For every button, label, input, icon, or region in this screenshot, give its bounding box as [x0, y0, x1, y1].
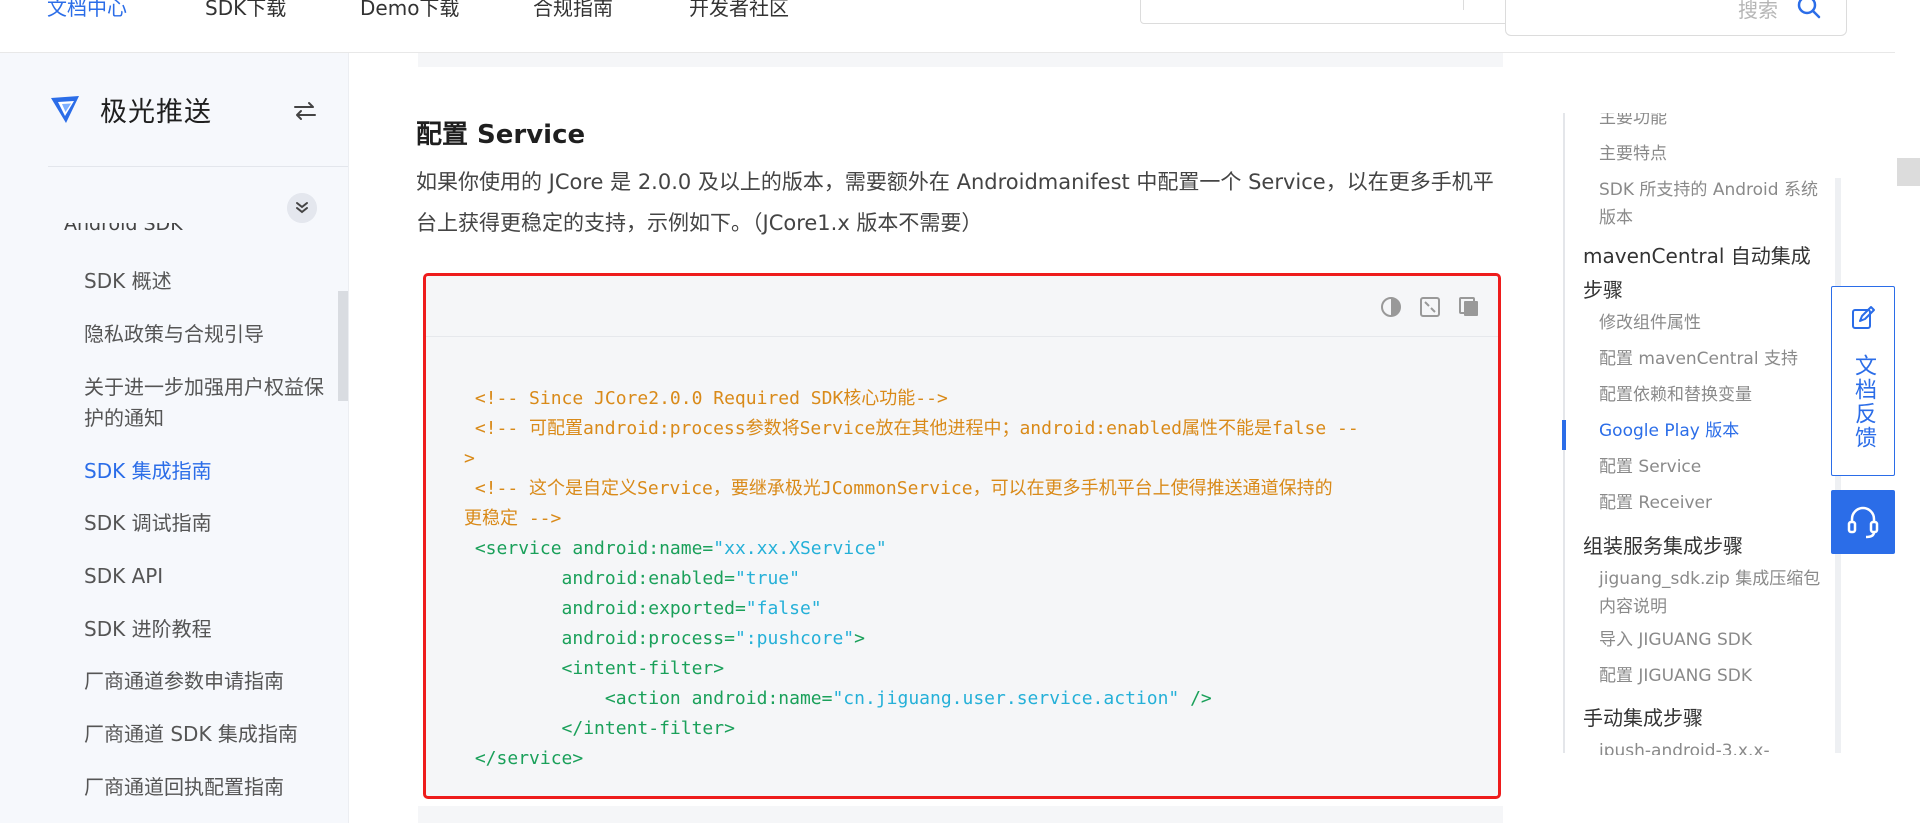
- code-comment: <!-- 这个是自定义Service，要继承极光JCommonService，可…: [474, 478, 1333, 499]
- brand[interactable]: 极光推送: [48, 89, 212, 129]
- code-line: </intent-filter>: [464, 714, 1464, 744]
- toc-item-main-characteristics[interactable]: 主要特点: [1599, 140, 1829, 168]
- toc-section-manual[interactable]: 手动集成步骤: [1583, 701, 1823, 735]
- code-string: ":pushcore": [734, 628, 855, 649]
- nav-sdk-download[interactable]: SDK下载: [205, 0, 286, 21]
- code-comment: >: [464, 448, 475, 469]
- fullscreen-icon[interactable]: [1419, 296, 1441, 318]
- code-line: </service>: [464, 744, 1464, 774]
- nav-docs-center[interactable]: 文档中心: [47, 0, 127, 21]
- toc-item-config-receiver[interactable]: 配置 Receiver: [1599, 489, 1829, 517]
- edit-icon: [1852, 306, 1875, 329]
- sidebar-scrollbar[interactable]: [338, 291, 348, 401]
- section-heading: 配置 Service: [416, 120, 586, 150]
- copy-icon[interactable]: [1458, 296, 1480, 318]
- jiguang-logo-icon: [51, 96, 79, 123]
- nav-demo-download[interactable]: Demo下载: [360, 0, 459, 21]
- code-content: <!-- Since JCore2.0.0 Required SDK核心功能--…: [464, 384, 1464, 774]
- code-tag: >: [854, 628, 865, 649]
- search-input[interactable]: [1526, 0, 1780, 23]
- code-tag: android:exported=: [561, 598, 746, 619]
- code-tag: <action android:name=: [604, 688, 833, 709]
- section-paragraph: 如果你使用的 JCore 是 2.0.0 及以上的版本，需要额外在 Androi…: [416, 170, 1494, 235]
- sidebar-item-debug-guide[interactable]: SDK 调试指南: [84, 508, 324, 539]
- code-tag: android:enabled=: [561, 568, 735, 589]
- previous-code-block-edge: [418, 53, 1503, 67]
- code-tag: />: [1179, 688, 1212, 709]
- search-divider: [1463, 0, 1464, 10]
- sidebar-item-privacy[interactable]: 隐私政策与合规引导: [84, 319, 324, 350]
- code-line: <action android:name="cn.jiguang.user.se…: [464, 684, 1464, 714]
- sidebar-item-sdk-overview[interactable]: SDK 概述: [84, 266, 324, 297]
- sidebar: 极光推送 Android SDK SDK 概述 隐私政策与合规引导 关于进一步加…: [0, 53, 349, 823]
- collapse-chevron-icon[interactable]: [287, 193, 317, 223]
- toc-section-assembly[interactable]: 组装服务集成步骤: [1583, 529, 1823, 563]
- code-toolbar: [426, 276, 1498, 337]
- search-icon[interactable]: [1796, 0, 1822, 20]
- toc-item-deps-vars[interactable]: 配置依赖和替换变量: [1599, 381, 1829, 409]
- switch-product-icon[interactable]: [292, 98, 318, 124]
- sidebar-item-advanced[interactable]: SDK 进阶教程: [84, 614, 324, 645]
- code-line: >: [464, 444, 1464, 474]
- code-string: "cn.jiguang.user.service.action": [832, 688, 1180, 709]
- code-line: 更稳定 -->: [464, 504, 1464, 534]
- code-tag: <service android:name=: [474, 538, 714, 559]
- toc-item-maven-support[interactable]: 配置 mavenCentral 支持: [1599, 345, 1829, 373]
- toc-item-import-sdk[interactable]: 导入 JIGUANG SDK: [1599, 626, 1829, 654]
- code-string: "true": [734, 568, 800, 589]
- sidebar-item-vendor-params[interactable]: 厂商通道参数申请指南: [84, 666, 324, 697]
- toc-item-zip-contents[interactable]: jiguang_sdk.zip 集成压缩包内容说明: [1599, 565, 1829, 621]
- sidebar-item-vendor-receipt[interactable]: 厂商通道回执配置指南: [84, 772, 324, 803]
- code-line: <service android:name="xx.xx.XService": [464, 534, 1464, 564]
- code-tag: <intent-filter>: [561, 658, 725, 679]
- headset-icon: [1847, 506, 1879, 539]
- toc-section-maven[interactable]: mavenCentral 自动集成步骤: [1583, 239, 1823, 307]
- next-code-block-edge: [418, 806, 1503, 823]
- sidebar-item-integration-guide[interactable]: SDK 集成指南: [84, 456, 324, 487]
- code-comment: <!-- Since JCore2.0.0 Required SDK核心功能--…: [474, 388, 948, 409]
- code-line: <!-- Since JCore2.0.0 Required SDK核心功能--…: [464, 384, 1464, 414]
- nav-developer-community[interactable]: 开发者社区: [689, 0, 789, 21]
- customer-support-button[interactable]: [1831, 490, 1895, 554]
- code-string: "false": [745, 598, 822, 619]
- sidebar-item-user-rights[interactable]: 关于进一步加强用户权益保护的通知: [84, 372, 324, 434]
- code-line: <!-- 可配置android:process参数将Service放在其他进程中…: [464, 414, 1464, 444]
- toc-item-supported-android[interactable]: SDK 所支持的 Android 系统版本: [1599, 176, 1829, 232]
- code-tag: </intent-filter>: [561, 718, 735, 739]
- code-line: <!-- 这个是自定义Service，要继承极光JCommonService，可…: [464, 474, 1464, 504]
- brand-name: 极光推送: [100, 96, 212, 128]
- sidebar-item-vendor-sdk[interactable]: 厂商通道 SDK 集成指南: [84, 719, 324, 750]
- code-tag: </service>: [474, 748, 584, 769]
- code-comment: <!-- 可配置android:process参数将Service放在其他进程中…: [474, 418, 1359, 439]
- toc-item-google-play[interactable]: Google Play 版本: [1599, 417, 1829, 445]
- nav-compliance-guide[interactable]: 合规指南: [533, 0, 613, 21]
- toc-item-config-sdk[interactable]: 配置 JIGUANG SDK: [1599, 662, 1829, 690]
- toc-item-config-service[interactable]: 配置 Service: [1599, 453, 1829, 481]
- sidebar-divider: [48, 166, 348, 167]
- theme-toggle-icon[interactable]: [1380, 296, 1402, 318]
- feedback-label: 文档反馈: [1851, 354, 1876, 450]
- code-line: android:process=":pushcore">: [464, 624, 1464, 654]
- toc-item-main-features[interactable]: 主要功能: [1599, 113, 1829, 132]
- toc-item-modify-attrs[interactable]: 修改组件属性: [1599, 309, 1829, 337]
- toc-active-marker: [1562, 420, 1566, 450]
- code-line: android:exported="false": [464, 594, 1464, 624]
- code-comment: 更稳定 -->: [464, 508, 562, 529]
- sidebar-parent-android-sdk[interactable]: Android SDK: [64, 223, 183, 235]
- page-scrollbar-thumb[interactable]: [1897, 158, 1920, 186]
- code-string: "xx.xx.XService": [713, 538, 887, 559]
- sidebar-item-sdk-api[interactable]: SDK API: [84, 561, 324, 592]
- top-nav: 文档中心 SDK下载 Demo下载 合规指南 开发者社区: [0, 0, 1895, 53]
- toc-item-jpush-android[interactable]: jpush-android-3.x.x-: [1599, 737, 1829, 755]
- doc-feedback-button[interactable]: 文档反馈: [1831, 286, 1895, 476]
- code-line: <intent-filter>: [464, 654, 1464, 684]
- code-tag: android:process=: [561, 628, 735, 649]
- code-block: <!-- Since JCore2.0.0 Required SDK核心功能--…: [423, 273, 1501, 799]
- code-line: android:enabled="true": [464, 564, 1464, 594]
